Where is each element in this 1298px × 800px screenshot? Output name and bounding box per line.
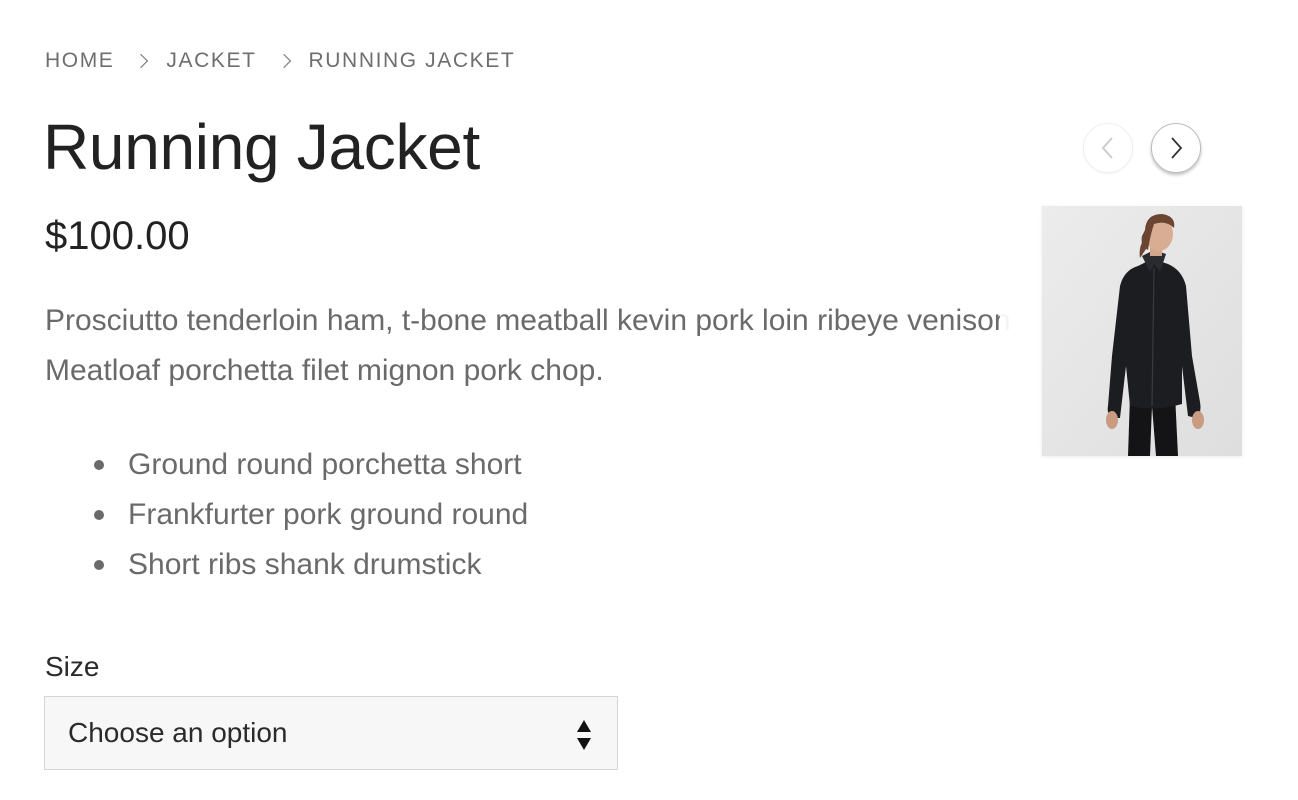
chevron-left-icon bbox=[1101, 137, 1113, 159]
size-select-value: Choose an option bbox=[68, 717, 288, 748]
bullet-icon bbox=[94, 510, 104, 520]
feature-text: Frankfurter pork ground round bbox=[128, 498, 529, 531]
product-title: Running Jacket bbox=[43, 111, 480, 183]
breadcrumb-home-link[interactable]: HOME bbox=[45, 49, 114, 73]
chevron-right-icon bbox=[1171, 137, 1183, 159]
chevron-right-icon bbox=[134, 53, 149, 69]
select-arrows-icon bbox=[577, 720, 591, 750]
bullet-icon bbox=[94, 560, 104, 570]
feature-list: Ground round porchetta short Frankfurter… bbox=[45, 440, 528, 590]
size-label: Size bbox=[45, 651, 100, 682]
previous-product-button[interactable] bbox=[1083, 123, 1133, 173]
product-thumbnail-image bbox=[1042, 206, 1242, 456]
breadcrumb: HOME JACKET RUNNING JACKET bbox=[45, 49, 515, 73]
product-page: HOME JACKET RUNNING JACKET Running Jacke… bbox=[0, 0, 1298, 800]
feature-text: Ground round porchetta short bbox=[128, 448, 522, 481]
size-select[interactable]: Choose an option bbox=[44, 696, 618, 770]
bullet-icon bbox=[94, 460, 104, 470]
breadcrumb-current: RUNNING JACKET bbox=[308, 49, 516, 72]
feature-list-item: Short ribs shank drumstick bbox=[45, 540, 528, 590]
description-line: Prosciutto tenderloin ham, t-bone meatba… bbox=[45, 304, 1011, 337]
product-price: $100.00 bbox=[45, 214, 190, 258]
breadcrumb-jacket-link[interactable]: JACKET bbox=[166, 49, 256, 73]
product-thumbnail[interactable] bbox=[1042, 206, 1242, 456]
description-line: Meatloaf porchetta filet mignon pork cho… bbox=[45, 354, 604, 387]
chevron-right-icon bbox=[276, 53, 291, 69]
feature-list-item: Frankfurter pork ground round bbox=[45, 490, 528, 540]
feature-list-item: Ground round porchetta short bbox=[45, 440, 528, 490]
next-product-button[interactable] bbox=[1151, 123, 1201, 173]
feature-text: Short ribs shank drumstick bbox=[128, 548, 482, 581]
